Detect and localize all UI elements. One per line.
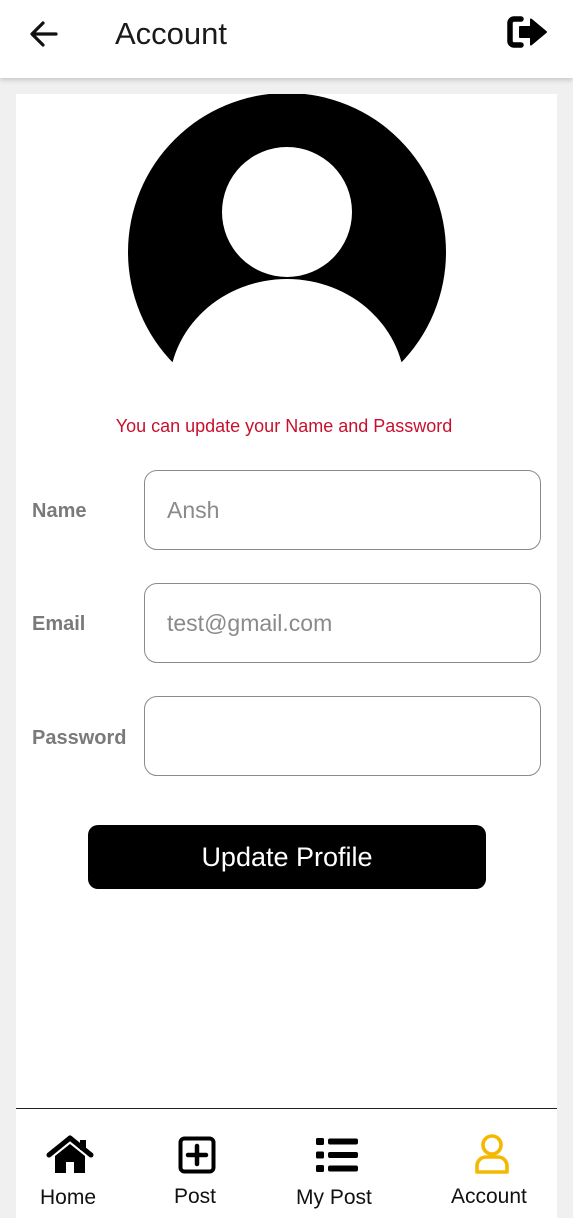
email-field[interactable] bbox=[144, 583, 541, 663]
home-icon bbox=[46, 1135, 94, 1173]
name-field[interactable] bbox=[144, 470, 541, 550]
password-label: Password bbox=[32, 727, 127, 749]
app-bar: Account bbox=[0, 0, 573, 78]
profile-card: You can update your Name and Password Na… bbox=[16, 94, 557, 1108]
update-hint-text: You can update your Name and Password bbox=[115, 416, 453, 436]
plus-square-icon bbox=[178, 1136, 216, 1174]
email-label: Email bbox=[32, 613, 86, 635]
avatar-icon bbox=[128, 94, 446, 374]
nav-item-home[interactable]: Home bbox=[16, 1109, 126, 1218]
update-profile-button[interactable]: Update Profile bbox=[88, 825, 486, 889]
nav-label-my-post: My Post bbox=[296, 1186, 372, 1209]
nav-label-home: Home bbox=[40, 1186, 97, 1209]
name-label: Name bbox=[32, 500, 87, 522]
page-title: Account bbox=[115, 16, 228, 51]
bottom-nav: Home Post My Post Account bbox=[16, 1108, 557, 1218]
arrow-left-icon bbox=[30, 21, 58, 47]
password-field[interactable] bbox=[144, 696, 541, 776]
sign-out-icon bbox=[507, 16, 547, 48]
user-icon bbox=[475, 1134, 509, 1174]
nav-item-post[interactable]: Post bbox=[156, 1109, 266, 1218]
nav-item-my-post[interactable]: My Post bbox=[286, 1109, 406, 1218]
back-button[interactable] bbox=[24, 14, 66, 56]
logout-button[interactable] bbox=[504, 12, 550, 52]
list-icon bbox=[316, 1138, 358, 1172]
nav-label-post: Post bbox=[174, 1185, 217, 1208]
nav-item-account[interactable]: Account bbox=[436, 1109, 557, 1218]
nav-label-account: Account bbox=[451, 1185, 527, 1208]
